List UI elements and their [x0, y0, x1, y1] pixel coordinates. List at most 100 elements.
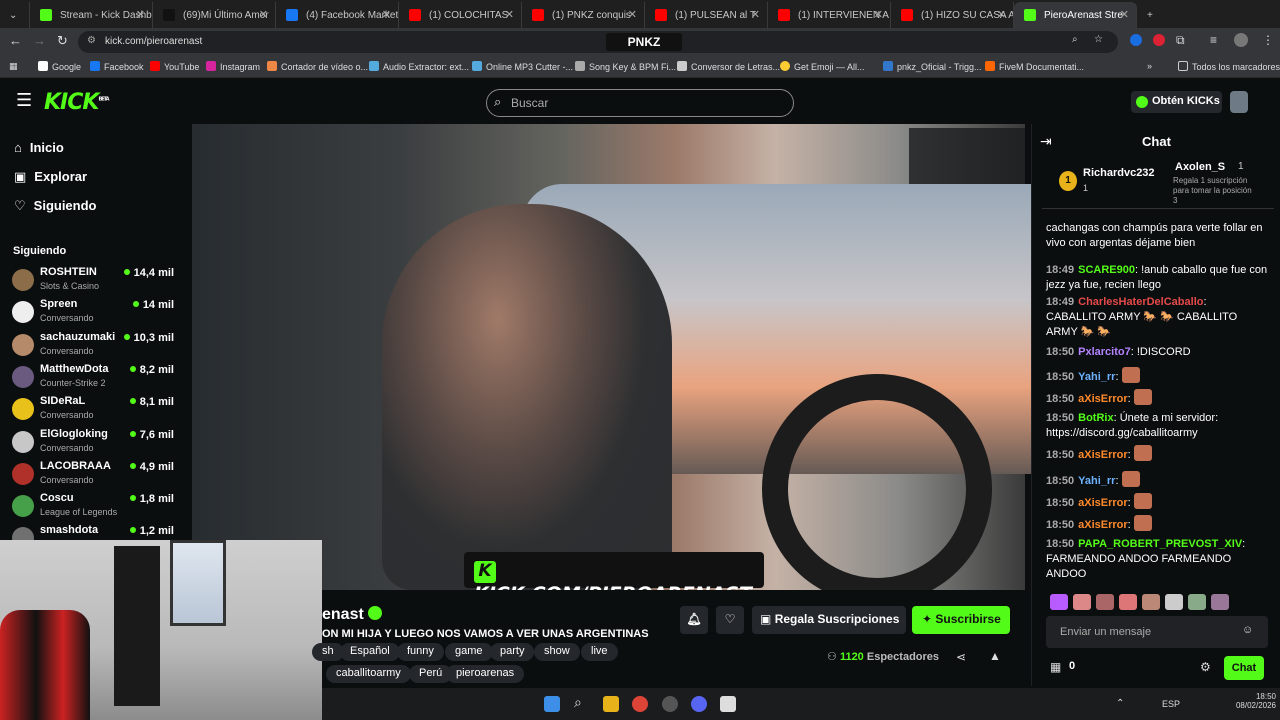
nav-siguiendo[interactable]: ♡ Siguiendo: [14, 198, 97, 214]
emote-icon[interactable]: [1096, 594, 1114, 610]
notifications-button[interactable]: 🔔︎: [680, 606, 708, 634]
close-tab-icon[interactable]: ✕: [628, 8, 637, 21]
clock[interactable]: 18:50 08/02/2026: [1226, 692, 1276, 710]
user-avatar[interactable]: [1230, 91, 1248, 113]
close-tab-icon[interactable]: ✕: [259, 8, 268, 21]
share-icon[interactable]: ⋖: [956, 650, 966, 664]
following-channel[interactable]: MatthewDota Counter-Strike 2 8,2 mil: [12, 361, 178, 393]
emoji-picker-icon[interactable]: ☺: [1242, 624, 1253, 636]
emote-icon[interactable]: [1050, 594, 1068, 610]
following-channel[interactable]: Coscu League of Legends 1,8 mil: [12, 490, 178, 522]
top-gifter-name[interactable]: Richardvc232: [1083, 167, 1155, 179]
video-player[interactable]: KKICK.COM/PIEROARENAST: [192, 124, 1032, 605]
bookmark-google[interactable]: Google: [38, 61, 81, 72]
chat-username[interactable]: Pxlarcito7: [1078, 346, 1131, 358]
start-icon[interactable]: [544, 696, 560, 712]
discord-icon[interactable]: [691, 696, 707, 712]
obs-icon[interactable]: [662, 696, 678, 712]
follow-button[interactable]: ♡: [716, 606, 744, 634]
chat-username[interactable]: PAPA_ROBERT_PREVOST_XIV: [1078, 538, 1242, 550]
close-tab-icon[interactable]: ✕: [382, 8, 391, 21]
chat-settings-icon[interactable]: ⚙: [1200, 660, 1211, 674]
store-icon[interactable]: ▦: [1050, 660, 1061, 674]
streamer-name[interactable]: enast: [322, 606, 383, 624]
following-channel[interactable]: ElGlogloking Conversando 7,6 mil: [12, 426, 178, 458]
chat-input[interactable]: Enviar un mensaje ☺: [1046, 616, 1268, 648]
stream-tag[interactable]: pieroarenas: [446, 665, 525, 683]
chat-username[interactable]: BotRix: [1078, 412, 1113, 424]
bookmark-video-cutter[interactable]: Cortador de vídeo o...: [267, 61, 368, 72]
back-icon[interactable]: ←: [9, 33, 22, 48]
forward-icon[interactable]: →: [33, 33, 46, 48]
browser-menu-icon[interactable]: ⋮: [1262, 33, 1274, 47]
file-explorer-icon[interactable]: [603, 696, 619, 712]
emote-icon[interactable]: [1211, 594, 1229, 610]
bookmark-song-key[interactable]: Song Key & BPM Fi...: [575, 61, 676, 72]
bookmark-letras[interactable]: Conversor de Letras...: [677, 61, 780, 72]
get-kicks-button[interactable]: Obtén KICKs: [1131, 91, 1222, 113]
stream-tag[interactable]: Español: [340, 643, 400, 661]
stream-tag[interactable]: caballitoarmy: [326, 665, 411, 683]
subscribe-button[interactable]: ✦ Suscribirse: [912, 606, 1010, 634]
browser-tab[interactable]: (4) Facebook Marketp ✕: [276, 2, 399, 28]
stream-tag[interactable]: game: [445, 643, 493, 661]
chrome-icon[interactable]: [632, 696, 648, 712]
bookmark-facebook[interactable]: Facebook: [90, 61, 144, 72]
emote-icon[interactable]: [1188, 594, 1206, 610]
chat-username[interactable]: Yahi_rr: [1078, 371, 1115, 383]
stream-tag[interactable]: party: [490, 643, 535, 661]
search-input[interactable]: ⌕ Buscar: [486, 89, 794, 117]
tab-list-button[interactable]: ⌄: [0, 2, 30, 28]
bookmark-pnkz[interactable]: pnkz_Oficial - Trigg...: [883, 61, 982, 72]
following-channel[interactable]: ROSHTEIN Slots & Casino 14,4 mil: [12, 264, 178, 296]
following-channel[interactable]: SIDeRaL Conversando 8,1 mil: [12, 393, 178, 425]
browser-tab[interactable]: (1) COLOCHITAS ✕: [399, 2, 522, 28]
all-bookmarks[interactable]: Todos los marcadores: [1178, 61, 1280, 72]
browser-tab[interactable]: (69)Mi Último Amor ✕: [153, 2, 276, 28]
send-chat-button[interactable]: Chat: [1224, 656, 1264, 680]
browser-tab[interactable]: Stream - Kick Dashbo ✕: [30, 2, 153, 28]
emote-icon[interactable]: [1142, 594, 1160, 610]
url-field[interactable]: ⚙ kick.com/pieroarenast PNKZ ⌕ ☆: [78, 31, 1118, 53]
stream-tag[interactable]: show: [534, 643, 580, 661]
profile-avatar[interactable]: [1234, 33, 1248, 47]
zoom-icon[interactable]: ⌕: [1072, 34, 1078, 45]
emote-icon[interactable]: [1073, 594, 1091, 610]
emote-icon[interactable]: [1165, 594, 1183, 610]
browser-tab[interactable]: (1) HIZO SU CASA AL ✕: [891, 2, 1014, 28]
stream-tag[interactable]: sh: [312, 643, 344, 661]
extension-icon-2[interactable]: [1153, 34, 1165, 46]
chat-username[interactable]: aXisError: [1078, 449, 1128, 461]
chat-username[interactable]: aXisError: [1078, 393, 1128, 405]
extension-icon[interactable]: [1130, 34, 1142, 46]
bookmark-fivem[interactable]: FiveM Documentati...: [985, 61, 1084, 72]
bookmark-instagram[interactable]: Instagram: [206, 61, 260, 72]
gift-subs-button[interactable]: ▣ Regala Suscripciones: [752, 606, 906, 634]
reload-icon[interactable]: ↻: [57, 33, 68, 49]
chat-username[interactable]: Yahi_rr: [1078, 475, 1115, 487]
new-tab-button[interactable]: +: [1137, 2, 1167, 28]
stream-tag[interactable]: funny: [397, 643, 444, 661]
bookmark-mp3-cutter[interactable]: Online MP3 Cutter -...: [472, 61, 573, 72]
close-tab-icon[interactable]: ✕: [1120, 8, 1129, 21]
close-tab-icon[interactable]: ✕: [136, 8, 145, 21]
close-tab-icon[interactable]: ✕: [997, 8, 1006, 21]
stream-tag[interactable]: live: [581, 643, 618, 661]
bookmark-youtube[interactable]: YouTube: [150, 61, 199, 72]
chat-username[interactable]: aXisError: [1078, 497, 1128, 509]
following-channel[interactable]: sachauzumaki Conversando 10,3 mil: [12, 329, 178, 361]
close-tab-icon[interactable]: ✕: [751, 8, 760, 21]
browser-tab[interactable]: (1) PNKZ conquis ✕: [522, 2, 645, 28]
reading-list-icon[interactable]: ≡: [1210, 33, 1217, 47]
search-taskbar-icon[interactable]: ⌕: [574, 694, 590, 710]
browser-tab[interactable]: PieroArenast Stre ✕: [1014, 2, 1137, 28]
chat-username[interactable]: SCARE900: [1078, 264, 1135, 276]
bookmark-star-icon[interactable]: ☆: [1094, 34, 1103, 45]
chat-username[interactable]: aXisError: [1078, 519, 1128, 531]
nav-explorar[interactable]: ▣ Explorar: [14, 169, 87, 185]
bookmark-audio-extractor[interactable]: Audio Extractor: ext...: [369, 61, 469, 72]
site-info-icon[interactable]: ⚙: [87, 35, 96, 46]
browser-tab[interactable]: (1) PULSEAN al T ✕: [645, 2, 768, 28]
menu-icon[interactable]: ☰: [16, 90, 32, 111]
extensions-icon[interactable]: ⧉: [1176, 33, 1185, 48]
